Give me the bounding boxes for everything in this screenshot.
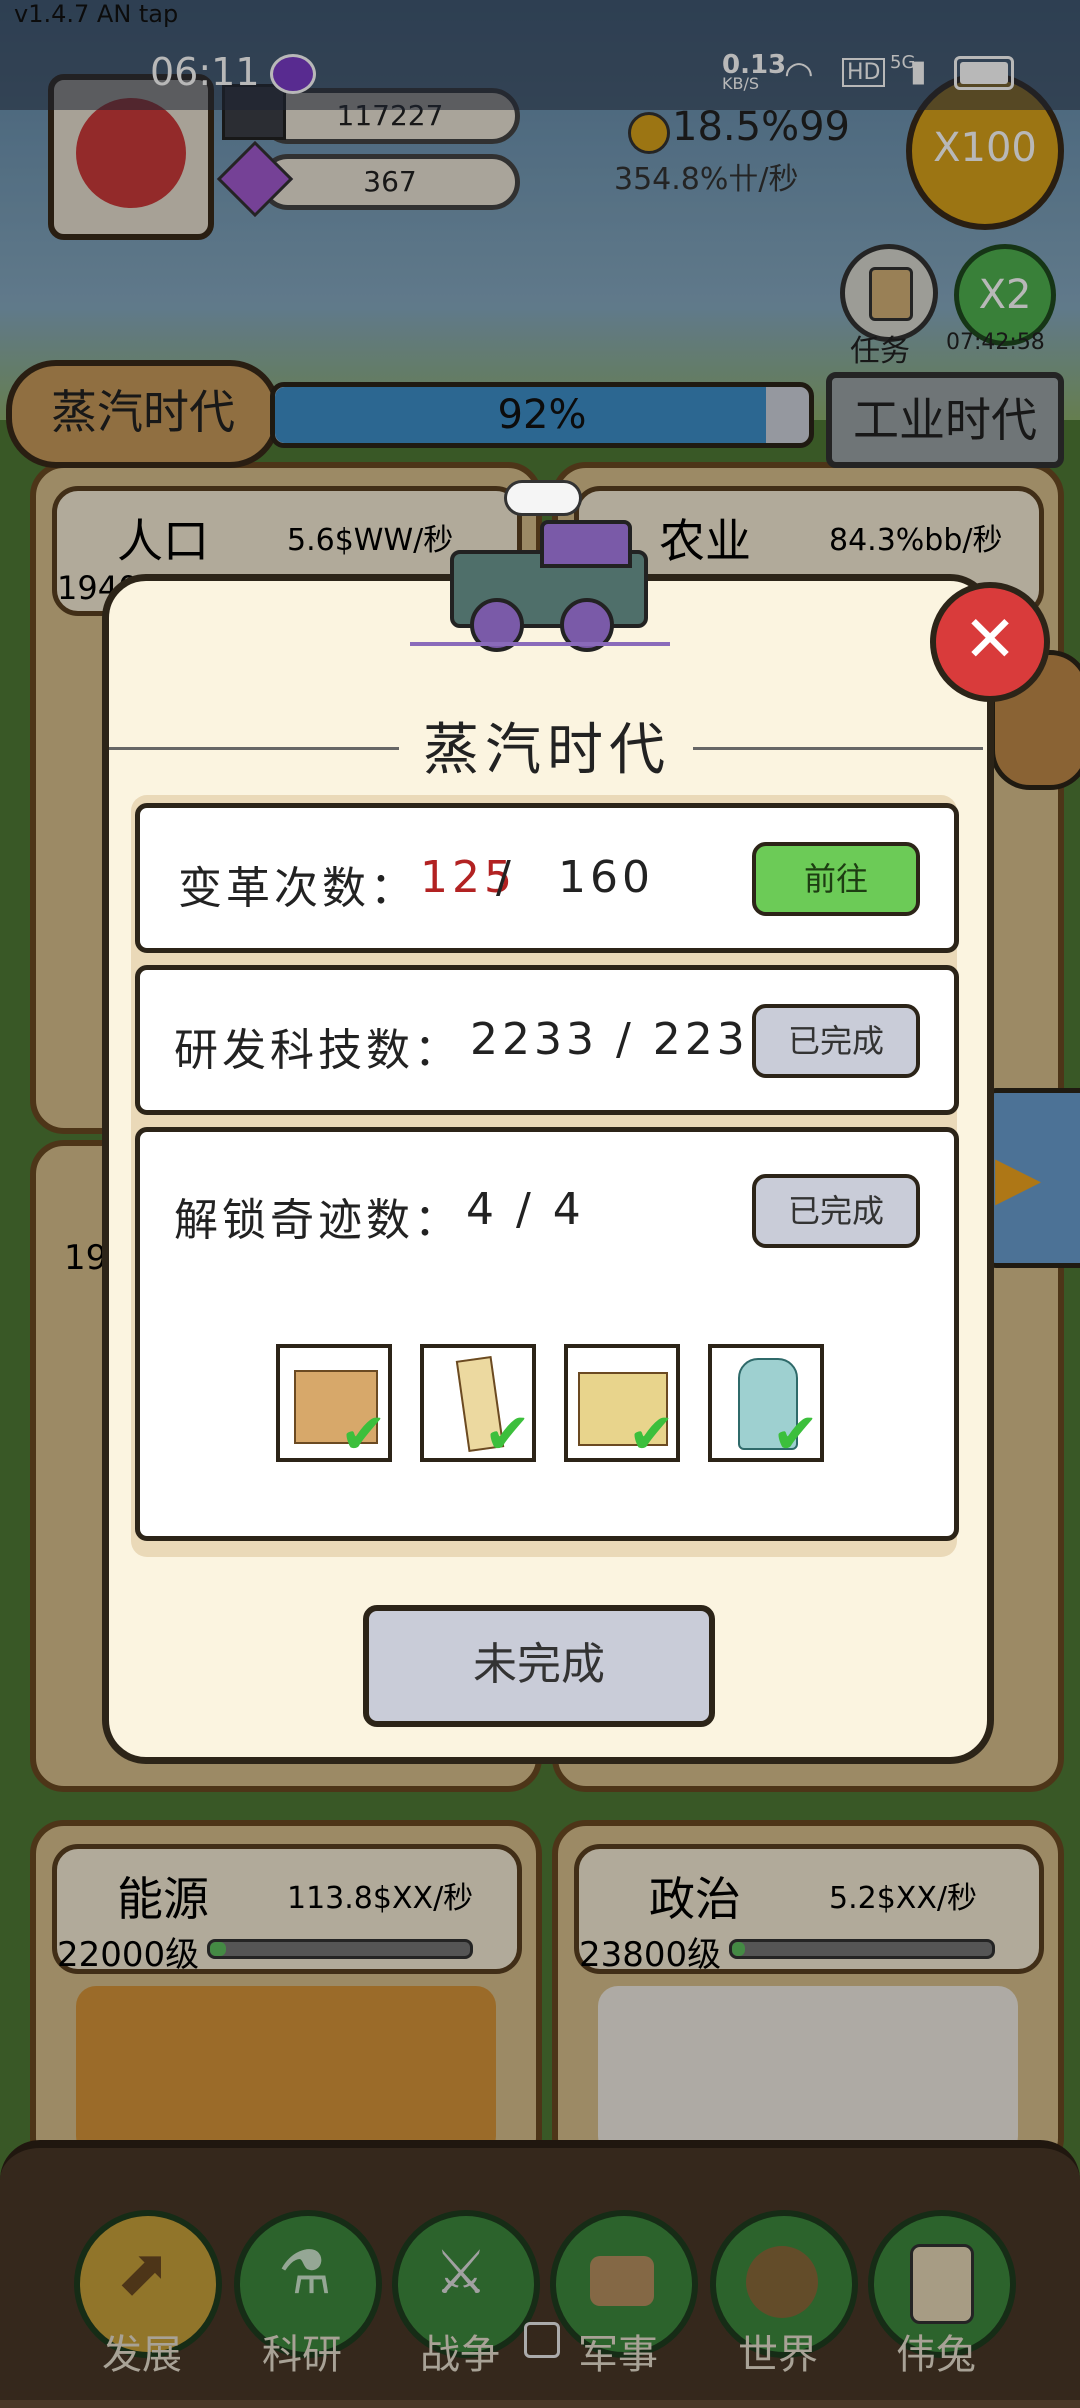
title-divider-right [693,747,983,750]
wonder-count-label: 解锁奇迹数： [174,1195,462,1246]
reform-count-sep: / [478,852,533,903]
tech-count-value: 2233 / 2233 [470,1014,781,1065]
check-icon: ✔ [772,1402,819,1467]
tech-completed-button[interactable]: 已完成 [752,1004,920,1078]
wonder-completed-button[interactable]: 已完成 [752,1174,920,1248]
check-icon: ✔ [484,1402,531,1467]
close-icon: ✕ [963,603,1017,677]
reform-count-total: 160 [558,852,654,903]
title-divider-left [109,747,399,750]
check-icon: ✔ [628,1402,675,1467]
close-button[interactable]: ✕ [930,582,1050,702]
check-icon: ✔ [340,1402,387,1467]
incomplete-button[interactable]: 未完成 [363,1605,715,1727]
train-smoke [504,480,582,516]
train-cab [540,520,632,568]
wonder-count-row: 解锁奇迹数： 4 / 4 已完成 ✔ ✔ ✔ ✔ [135,1127,959,1541]
wonder-count-value: 4 / 4 [466,1184,585,1235]
goto-button[interactable]: 前往 [752,842,920,916]
reform-count-row: 变革次数： 125 / 160 前往 [135,803,959,953]
era-modal: 蒸汽时代 变革次数： 125 / 160 前往 研发科技数： 2233 / 22… [102,574,994,1764]
train-track [410,642,670,646]
reform-count-label: 变革次数： [178,863,418,914]
modal-title: 蒸汽时代 [423,718,671,783]
steam-train-icon [410,480,670,660]
tech-count-row: 研发科技数： 2233 / 2233 已完成 [135,965,959,1115]
tech-count-label: 研发科技数： [174,1025,462,1076]
